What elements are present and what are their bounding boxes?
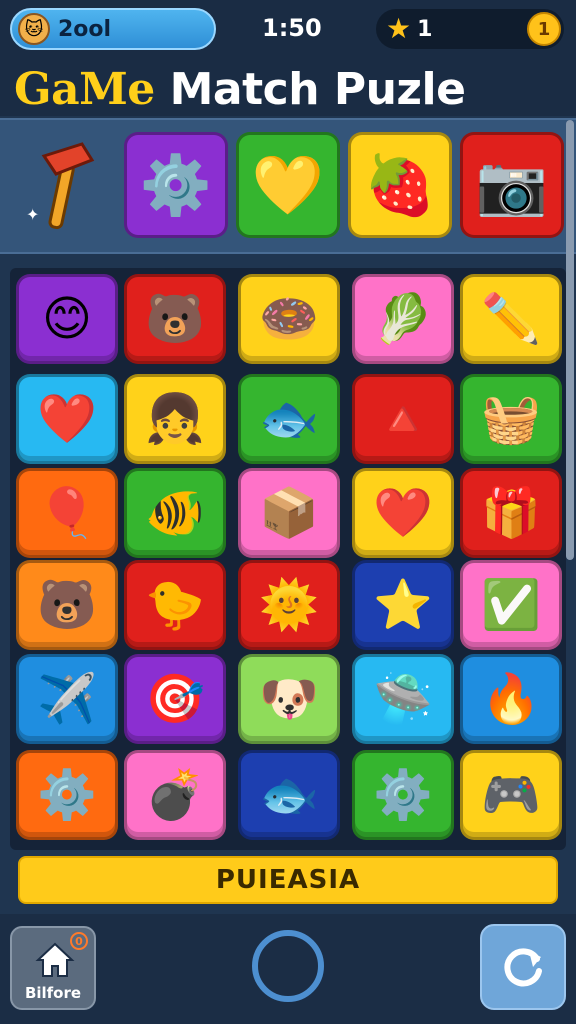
fish-icon[interactable]: 🐟	[238, 750, 340, 840]
purple-gear-icon[interactable]: ⚙️	[352, 750, 454, 840]
green-fish-icon[interactable]: 🐠	[124, 468, 226, 558]
gear-gem-icon[interactable]: ⚙️	[124, 132, 228, 238]
coin-label: 1	[537, 18, 551, 40]
bear-face-icon[interactable]: 🐻	[16, 560, 118, 650]
dog-face-icon[interactable]: 🐶	[238, 654, 340, 744]
smiley-icon[interactable]: 😊	[16, 274, 118, 364]
star-counter[interactable]: ★ 1 1	[376, 9, 564, 49]
coin-icon[interactable]: 1	[527, 12, 561, 46]
sun-coin-icon[interactable]: 🌞	[238, 560, 340, 650]
clock: 1:50	[262, 14, 322, 42]
bomb-icon[interactable]: 💣	[124, 750, 226, 840]
page-title: GaMe Match Puzle	[14, 64, 466, 115]
refresh-button[interactable]	[480, 924, 566, 1010]
yellow-heart-icon[interactable]: 💛	[236, 132, 340, 238]
star-icon: ★	[386, 12, 412, 45]
cone-icon[interactable]: 🔺	[352, 374, 454, 464]
basket-icon[interactable]: 🧺	[460, 374, 562, 464]
banner-button[interactable]: PUIEASIA	[18, 856, 558, 904]
ufo-icon[interactable]: 🛸	[352, 654, 454, 744]
fire-creature-icon[interactable]: 🔥	[460, 654, 562, 744]
hammer-icon[interactable]: ✦	[22, 134, 106, 234]
star-creature-icon[interactable]: ⭐	[352, 560, 454, 650]
chest-icon[interactable]: 🎁	[460, 468, 562, 558]
home-button[interactable]: 0 Bilfore	[10, 926, 96, 1010]
green-bird-icon[interactable]: 🐤	[124, 560, 226, 650]
strawberry-heart-icon[interactable]: 🍓	[348, 132, 452, 238]
blue-gear-icon[interactable]: ⚙️	[16, 750, 118, 840]
title-match-puzzle: Match Puzle	[169, 64, 466, 115]
scrollbar[interactable]	[566, 120, 574, 560]
plane-fish-icon[interactable]: ✈️	[16, 654, 118, 744]
monster-box-icon[interactable]: 📦	[238, 468, 340, 558]
donut-box-icon[interactable]: 🍩	[238, 274, 340, 364]
heart-icon[interactable]: ❤️	[16, 374, 118, 464]
home-badge: 0	[70, 932, 88, 950]
star-count: 1	[417, 16, 433, 42]
check-badge-icon[interactable]: ✅	[460, 560, 562, 650]
pink-machine-icon[interactable]: 🎮	[460, 750, 562, 840]
eraser-icon[interactable]: ✏️	[460, 274, 562, 364]
svg-text:✦: ✦	[26, 205, 39, 224]
camera-icon[interactable]: 📷	[460, 132, 564, 238]
title-game: GaMe	[14, 64, 155, 115]
heart-icon[interactable]: ❤️	[352, 468, 454, 558]
target-icon[interactable]: 🎯	[124, 654, 226, 744]
bear-gear-icon[interactable]: 🐻	[124, 274, 226, 364]
user-name: 2ool	[58, 16, 112, 42]
balloon-icon[interactable]: 🎈	[16, 468, 118, 558]
refresh-icon	[504, 948, 542, 987]
center-action-button[interactable]	[252, 930, 324, 1002]
fish-icon[interactable]: 🐟	[238, 374, 340, 464]
profile-pill[interactable]: 🐱 2ool	[10, 8, 216, 50]
home-label: Bilfore	[24, 984, 82, 1002]
girl-face-icon[interactable]: 👧	[124, 374, 226, 464]
scroll-thumb[interactable]	[566, 120, 574, 560]
blue-leaf-icon[interactable]: 🥬	[352, 274, 454, 364]
cat-face-icon: 🐱	[18, 13, 50, 45]
